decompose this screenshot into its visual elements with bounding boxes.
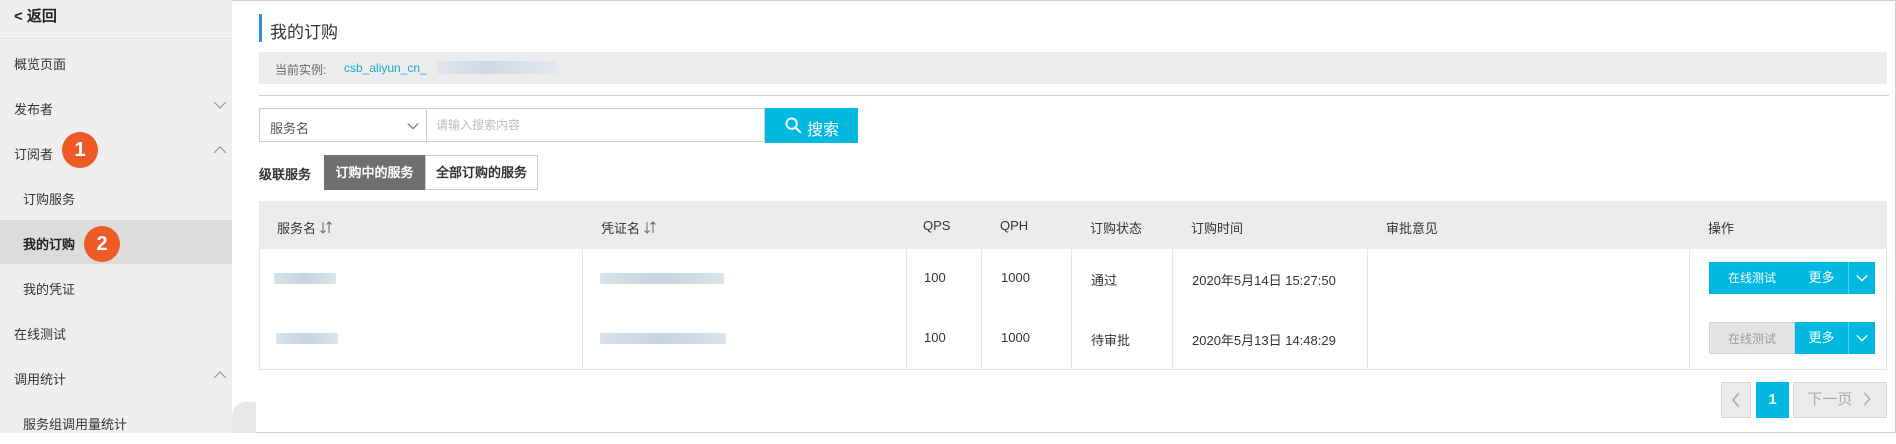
column-header-qps: QPS bbox=[923, 218, 951, 233]
sidebar-item-publisher[interactable]: 发布者 bbox=[0, 85, 232, 129]
chevron-up-icon bbox=[213, 146, 227, 154]
sidebar-item-call-stats[interactable]: 调用统计 bbox=[0, 355, 232, 399]
qps-value: 100 bbox=[924, 330, 946, 345]
title-accent-bar bbox=[259, 14, 262, 42]
column-header-credential-name[interactable]: 凭证名 bbox=[601, 218, 657, 237]
redacted-service-name[interactable] bbox=[274, 273, 336, 284]
step-badge: 1 bbox=[62, 132, 98, 168]
sidebar-item-label: 在线测试 bbox=[14, 327, 67, 342]
status-value: 待审批 bbox=[1091, 333, 1131, 348]
column-divider bbox=[906, 309, 907, 369]
column-divider bbox=[1689, 249, 1690, 309]
filter-label: 级联服务 bbox=[259, 167, 312, 182]
sidebar-item-label: 发布者 bbox=[14, 102, 54, 117]
sidebar-item-label: 我的订购 bbox=[23, 237, 76, 252]
column-divider bbox=[1172, 249, 1173, 309]
page-button-current[interactable]: 1 bbox=[1756, 382, 1789, 418]
more-dropdown-button[interactable] bbox=[1848, 322, 1875, 354]
column-divider bbox=[582, 249, 583, 309]
more-dropdown-button[interactable] bbox=[1848, 262, 1875, 294]
sidebar-item-subscriber[interactable]: 订阅者 bbox=[0, 130, 232, 174]
more-button[interactable]: 更多 bbox=[1795, 262, 1848, 294]
back-link[interactable]: < 返回 bbox=[14, 5, 57, 26]
redacted-instance-id bbox=[437, 61, 557, 74]
chevron-right-icon bbox=[1863, 392, 1871, 406]
next-page-button[interactable]: 下一页 bbox=[1793, 382, 1887, 418]
chevron-down-icon bbox=[407, 122, 419, 130]
table-row: 100 1000 待审批 2020年5月13日 14:48:29 在线测试 更多 bbox=[259, 309, 1887, 370]
column-divider bbox=[1172, 309, 1173, 369]
online-test-button-disabled: 在线测试 bbox=[1709, 322, 1795, 354]
column-divider bbox=[981, 309, 982, 369]
instance-value: csb_aliyun_cn_ bbox=[344, 61, 427, 75]
column-label: 服务名 bbox=[277, 221, 317, 236]
online-test-button[interactable]: 在线测试 bbox=[1709, 262, 1795, 294]
instance-bar: 当前实例: csb_aliyun_cn_ bbox=[259, 52, 1887, 84]
tab-subscribing-services[interactable]: 订购中的服务 bbox=[324, 155, 425, 190]
search-button[interactable]: 搜索 bbox=[765, 108, 858, 143]
sidebar-item-label: 订购服务 bbox=[23, 192, 76, 207]
sidebar-item-overview[interactable]: 概览页面 bbox=[0, 40, 232, 84]
search-button-label: 搜索 bbox=[807, 122, 840, 139]
column-header-actions: 操作 bbox=[1708, 221, 1735, 236]
time-value: 2020年5月13日 14:48:29 bbox=[1192, 333, 1336, 348]
chevron-down-icon bbox=[213, 101, 227, 109]
sidebar-item-label: 我的凭证 bbox=[23, 282, 76, 297]
sidebar-item-label: 调用统计 bbox=[14, 372, 67, 387]
column-divider bbox=[981, 249, 982, 309]
instance-label: 当前实例: bbox=[275, 63, 327, 77]
table-header: 服务名 凭证名 QPS QPH 订购状态 订购时间 审批意见 操作 bbox=[259, 201, 1887, 249]
column-header-status: 订购状态 bbox=[1090, 221, 1143, 236]
search-icon bbox=[785, 117, 802, 134]
sidebar-collapse-handle[interactable] bbox=[232, 402, 256, 433]
sidebar-divider bbox=[0, 38, 232, 39]
more-button[interactable]: 更多 bbox=[1795, 322, 1848, 354]
sidebar-item-label: 订阅者 bbox=[14, 147, 54, 162]
prev-page-button[interactable] bbox=[1721, 382, 1751, 418]
sidebar-item-group-call-stats[interactable]: 服务组调用量统计 bbox=[0, 400, 232, 444]
search-field-select[interactable]: 服务名 bbox=[259, 108, 427, 142]
step-badge: 2 bbox=[84, 226, 120, 262]
sidebar-item-my-credentials[interactable]: 我的凭证 bbox=[0, 265, 232, 309]
sidebar-item-online-test[interactable]: 在线测试 bbox=[0, 310, 232, 354]
divider bbox=[259, 95, 1889, 96]
column-divider bbox=[582, 309, 583, 369]
next-page-label: 下一页 bbox=[1807, 391, 1853, 408]
sidebar: < 返回 概览页面 发布者 订阅者 订购服务 我的订购 我的凭证 在线测试 调用… bbox=[0, 0, 232, 433]
search-field-value: 服务名 bbox=[270, 121, 310, 136]
time-value: 2020年5月14日 15:27:50 bbox=[1192, 273, 1336, 288]
column-divider bbox=[1689, 309, 1690, 369]
redacted-credential-name bbox=[600, 333, 726, 344]
column-header-comment: 审批意见 bbox=[1386, 221, 1439, 236]
column-divider bbox=[1071, 309, 1072, 369]
redacted-credential-name bbox=[600, 273, 724, 284]
qph-value: 1000 bbox=[1001, 270, 1030, 285]
sidebar-item-subscribe-service[interactable]: 订购服务 bbox=[0, 175, 232, 219]
redacted-service-name[interactable] bbox=[276, 333, 338, 344]
table-row: 100 1000 通过 2020年5月14日 15:27:50 在线测试 更多 bbox=[259, 249, 1887, 310]
status-value: 通过 bbox=[1091, 273, 1118, 288]
sidebar-item-label: 概览页面 bbox=[14, 57, 67, 72]
qph-value: 1000 bbox=[1001, 330, 1030, 345]
column-header-qph: QPH bbox=[1000, 218, 1029, 233]
sort-icon bbox=[320, 221, 332, 234]
column-divider bbox=[1071, 249, 1072, 309]
tab-all-subscribed-services[interactable]: 全部订购的服务 bbox=[425, 155, 538, 190]
chevron-left-icon bbox=[1731, 392, 1740, 408]
qps-value: 100 bbox=[924, 270, 946, 285]
column-divider bbox=[1367, 249, 1368, 309]
sidebar-item-label: 服务组调用量统计 bbox=[23, 417, 128, 432]
chevron-down-icon bbox=[1856, 334, 1868, 342]
column-header-time: 订购时间 bbox=[1191, 221, 1244, 236]
column-divider bbox=[1367, 309, 1368, 369]
column-divider bbox=[906, 249, 907, 309]
chevron-down-icon bbox=[1856, 274, 1868, 282]
page-title: 我的订购 bbox=[270, 23, 338, 42]
search-input[interactable] bbox=[428, 108, 765, 142]
chevron-up-icon bbox=[213, 371, 227, 379]
sort-icon bbox=[644, 221, 656, 234]
column-header-service-name[interactable]: 服务名 bbox=[277, 218, 333, 237]
column-label: 凭证名 bbox=[601, 221, 641, 236]
